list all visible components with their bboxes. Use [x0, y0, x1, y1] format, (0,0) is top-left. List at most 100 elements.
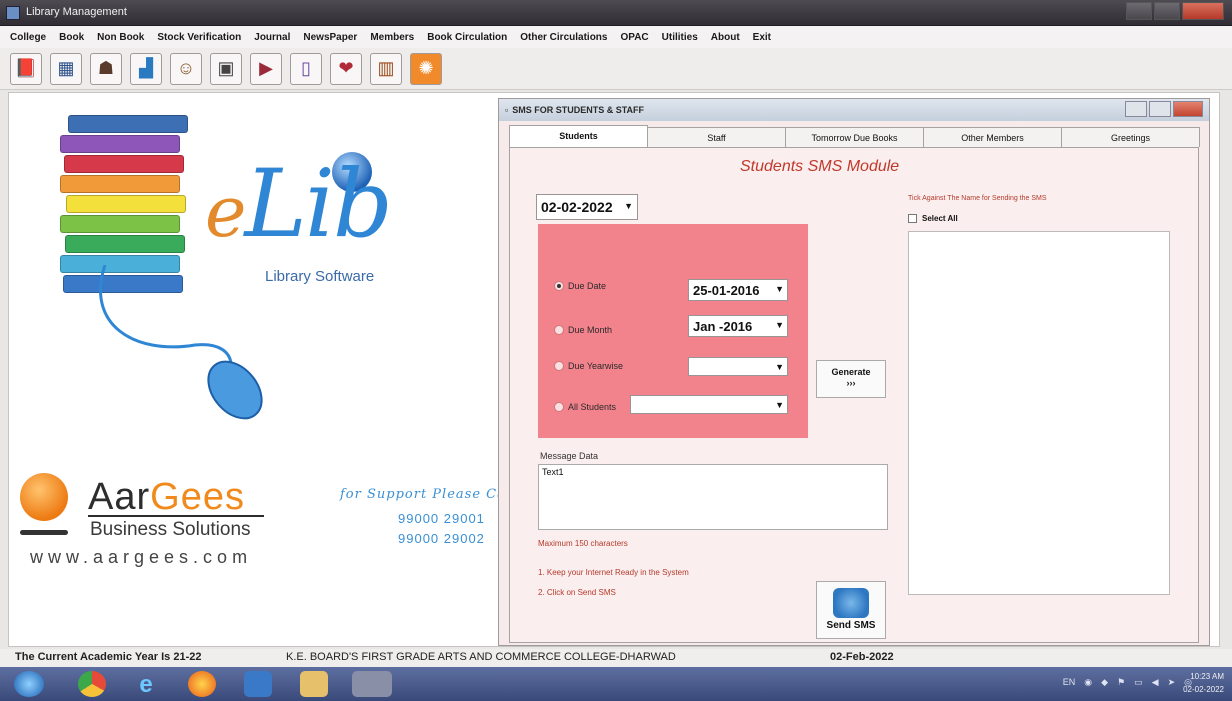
clock-time: 10:23 AM [1190, 672, 1224, 681]
menu-college[interactable]: College [10, 32, 46, 43]
screen-icon[interactable]: ▣ [210, 52, 242, 85]
bookmark-icon[interactable]: ▶ [250, 52, 282, 85]
due-month-select[interactable]: Jan -2016 ▼ [688, 315, 788, 337]
clock[interactable]: 10:23 AM 02-02-2022 [1183, 670, 1224, 696]
tab-other-members[interactable]: Other Members [923, 127, 1062, 147]
menu-non-book[interactable]: Non Book [97, 32, 144, 43]
menu-members[interactable]: Members [370, 32, 414, 43]
envelope-icon [833, 588, 869, 618]
minimize-button[interactable] [1126, 2, 1152, 20]
sms-window-controls [1125, 101, 1203, 117]
word-icon[interactable] [244, 671, 272, 697]
academic-year: The Current Academic Year Is 21-22 [15, 651, 202, 663]
chart-icon[interactable]: ▟ [130, 52, 162, 85]
select-all-checkbox[interactable] [908, 214, 917, 223]
company-rule [88, 515, 264, 517]
app-icon [6, 6, 20, 20]
support-text: for Support Please Ca [340, 487, 506, 502]
recipients-list[interactable] [908, 231, 1170, 595]
sms-title-bar: ▫ SMS FOR STUDENTS & STAFF [499, 99, 1209, 121]
menu-journal[interactable]: Journal [254, 32, 290, 43]
all-students-radio[interactable] [554, 402, 564, 412]
volume-icon[interactable]: ◀ [1152, 677, 1159, 688]
sms-window-icon: ▫ [505, 105, 509, 115]
chevron-down-icon: ▼ [775, 362, 784, 372]
sms-date-picker[interactable]: 02-02-2022 ▼ [536, 194, 638, 220]
sms-close-button[interactable] [1173, 101, 1203, 117]
calendar-icon[interactable]: ▦ [50, 52, 82, 85]
chrome-icon[interactable] [78, 671, 106, 697]
tray-arrow-icon[interactable]: ➤ [1168, 677, 1176, 688]
clock-date: 02-02-2022 [1183, 685, 1224, 694]
tab-tomorrow-due-books[interactable]: Tomorrow Due Books [785, 127, 924, 147]
sms-window-title: SMS FOR STUDENTS & STAFF [512, 105, 645, 115]
sms-window: ▫ SMS FOR STUDENTS & STAFF Students Staf… [498, 98, 1210, 646]
tab-staff[interactable]: Staff [647, 127, 786, 147]
heart-icon[interactable]: ❤ [330, 52, 362, 85]
instruction-step-1: 1. Keep your Internet Ready in the Syste… [538, 568, 689, 577]
tray-app-icon[interactable]: ◉ [1084, 677, 1092, 688]
tab-students[interactable]: Students [509, 125, 648, 147]
book-icon[interactable]: 📕 [10, 52, 42, 85]
send-sms-button[interactable]: Send SMS [816, 581, 886, 639]
member-icon[interactable]: ☺ [170, 52, 202, 85]
orange-icon[interactable]: ✺ [410, 52, 442, 85]
generate-button[interactable]: Generate ››› [816, 360, 886, 398]
chevron-down-icon: ▼ [775, 320, 784, 330]
max-chars-note: Maximum 150 characters [538, 539, 628, 548]
due-month-option[interactable]: Due Month [554, 325, 612, 335]
due-month-radio[interactable] [554, 325, 564, 335]
language-indicator[interactable]: EN [1063, 677, 1076, 688]
company-subtitle: Business Solutions [90, 519, 251, 540]
menu-book[interactable]: Book [59, 32, 84, 43]
menu-book-circulation[interactable]: Book Circulation [427, 32, 507, 43]
file-explorer-icon[interactable] [300, 671, 328, 697]
sms-minimize-button[interactable] [1125, 101, 1147, 117]
maximize-button[interactable] [1154, 2, 1180, 20]
menu-utilities[interactable]: Utilities [662, 32, 698, 43]
tray-flag-icon[interactable]: ⚑ [1117, 677, 1125, 688]
due-date-option[interactable]: Due Date [554, 281, 606, 291]
due-yearwise-option[interactable]: Due Yearwise [554, 361, 623, 371]
menu-other-circulations[interactable]: Other Circulations [520, 32, 607, 43]
system-tray: EN ◉ ◆ ⚑ ▭ ◀ ➤ ◎ [1063, 677, 1192, 688]
internet-explorer-icon[interactable]: e [132, 671, 160, 698]
close-button[interactable] [1182, 2, 1224, 20]
chevron-down-icon: ▼ [775, 284, 784, 294]
due-date-value: 25-01-2016 [693, 283, 760, 298]
due-date-picker[interactable]: 25-01-2016 ▼ [688, 279, 788, 301]
all-students-option[interactable]: All Students [554, 402, 616, 412]
all-students-select[interactable]: ▼ [630, 395, 788, 414]
sms-maximize-button[interactable] [1149, 101, 1171, 117]
book-open-icon[interactable]: ▥ [370, 52, 402, 85]
elib-lib: Lib [244, 150, 393, 259]
menu-exit[interactable]: Exit [753, 32, 771, 43]
due-month-value: Jan -2016 [693, 319, 753, 334]
send-sms-label: Send SMS [826, 620, 876, 631]
network-icon[interactable]: ▭ [1134, 677, 1143, 688]
tray-shield-icon[interactable]: ◆ [1101, 677, 1108, 688]
due-yearwise-radio[interactable] [554, 361, 564, 371]
start-button[interactable] [14, 671, 44, 697]
document-icon[interactable]: ▯ [290, 52, 322, 85]
status-date: 02-Feb-2022 [830, 651, 894, 663]
students-tab-panel: Students SMS Module 02-02-2022 ▼ Due Dat… [509, 147, 1199, 643]
menu-about[interactable]: About [711, 32, 740, 43]
menu-newspaper[interactable]: NewsPaper [303, 32, 357, 43]
due-date-radio[interactable] [554, 281, 564, 291]
module-title: Students SMS Module [740, 158, 900, 175]
elib-task-icon[interactable] [352, 671, 392, 697]
firefox-icon[interactable] [188, 671, 216, 697]
tab-greetings[interactable]: Greetings [1061, 127, 1200, 147]
select-all-option[interactable]: Select All [908, 214, 958, 223]
company-name-aar: Aar [88, 476, 151, 518]
elib-e: e [205, 171, 246, 253]
message-textarea[interactable]: Text1 [538, 464, 888, 530]
menu-opac[interactable]: OPAC [620, 32, 648, 43]
user-icon[interactable]: ☗ [90, 52, 122, 85]
elib-logo: eLib [205, 158, 393, 253]
select-all-label: Select All [922, 214, 958, 223]
menu-stock-verification[interactable]: Stock Verification [157, 32, 241, 43]
due-yearwise-select[interactable]: ▼ [688, 357, 788, 376]
toolbar: 📕 ▦ ☗ ▟ ☺ ▣ ▶ ▯ ❤ ▥ ✺ [0, 48, 1232, 90]
